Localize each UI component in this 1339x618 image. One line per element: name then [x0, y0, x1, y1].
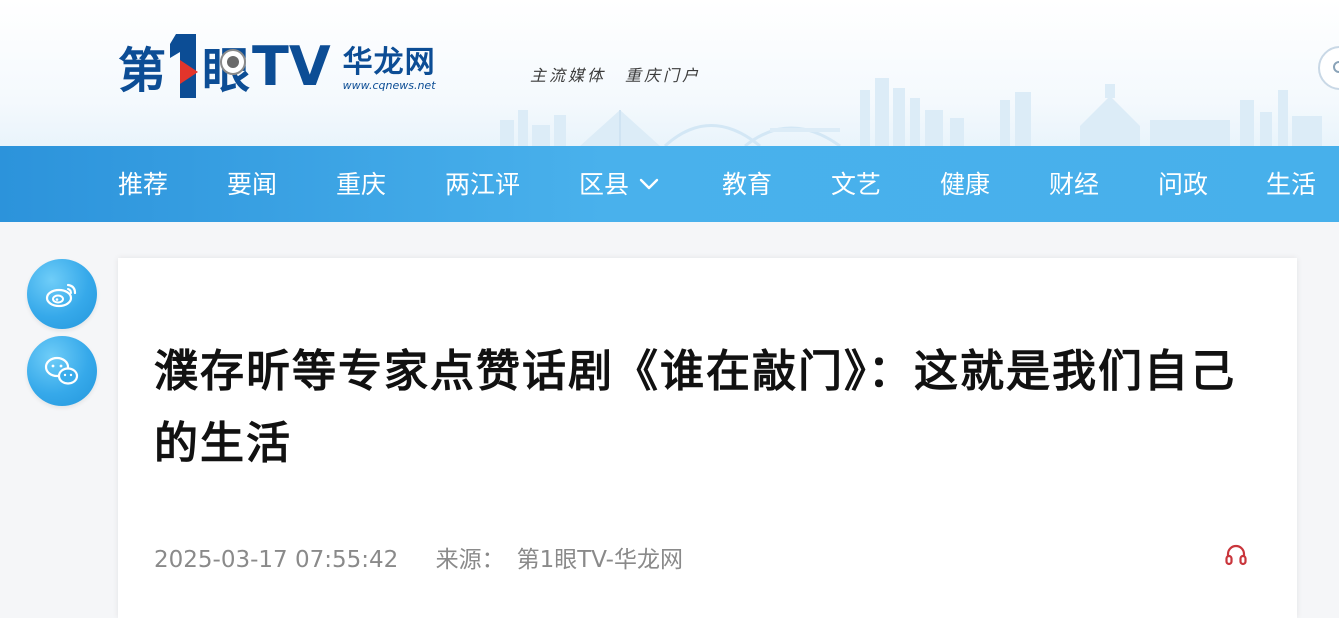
nav-item-recommend[interactable]: 推荐	[118, 146, 168, 222]
logo-text-di: 第	[118, 43, 166, 99]
logo-text-hualong: 华龙网	[342, 45, 436, 80]
search-icon	[1333, 61, 1339, 73]
nav-item-districts[interactable]: 区县	[579, 146, 659, 222]
nav-item-liangjiang-comment[interactable]: 两江评	[445, 146, 520, 222]
nav-item-headlines[interactable]: 要闻	[227, 146, 277, 222]
logo-url: www.cqnews.net	[342, 79, 436, 92]
site-header: 第 眼 TV 华龙网 www.cqnews.net 主流媒体 重庆门户	[0, 0, 1339, 146]
weibo-icon	[45, 283, 77, 308]
share-weibo-button[interactable]	[27, 259, 97, 329]
nav-item-life[interactable]: 生活	[1266, 146, 1316, 222]
nav-item-inquiry[interactable]: 问政	[1158, 146, 1208, 222]
chevron-down-icon	[639, 178, 659, 190]
nav-item-chongqing[interactable]: 重庆	[336, 146, 386, 222]
headphones-icon[interactable]	[1224, 542, 1248, 566]
nav-item-finance[interactable]: 财经	[1049, 146, 1099, 222]
article-meta: 2025-03-17 07:55:42 来源： 第1眼TV-华龙网	[154, 540, 683, 574]
nav-item-education[interactable]: 教育	[722, 146, 772, 222]
publish-datetime: 2025-03-17 07:55:42	[154, 547, 399, 573]
logo-text-tv: TV	[252, 34, 331, 98]
source-name: 第1眼TV-华龙网	[516, 547, 683, 573]
source-label: 来源：	[435, 547, 505, 573]
site-slogan: 主流媒体 重庆门户	[530, 66, 702, 85]
site-logo[interactable]: 第 眼 TV 华龙网 www.cqnews.net	[118, 24, 436, 104]
main-nav: 推荐 要闻 重庆 两江评 区县 教育 文艺 健康 财经 问政 生活	[0, 146, 1339, 222]
article-title: 濮存昕等专家点赞话剧《谁在敲门》：这就是我们自己的生活	[154, 346, 1236, 469]
nav-item-health[interactable]: 健康	[940, 146, 990, 222]
wechat-icon	[44, 356, 79, 385]
share-wechat-button[interactable]	[27, 336, 97, 406]
logo-one-mark	[166, 30, 200, 102]
nav-item-districts-label: 区县	[579, 170, 630, 199]
nav-item-arts[interactable]: 文艺	[831, 146, 881, 222]
logo-lens-icon	[220, 49, 247, 75]
article-card: 濮存昕等专家点赞话剧《谁在敲门》：这就是我们自己的生活 2025-03-17 0…	[118, 258, 1297, 618]
